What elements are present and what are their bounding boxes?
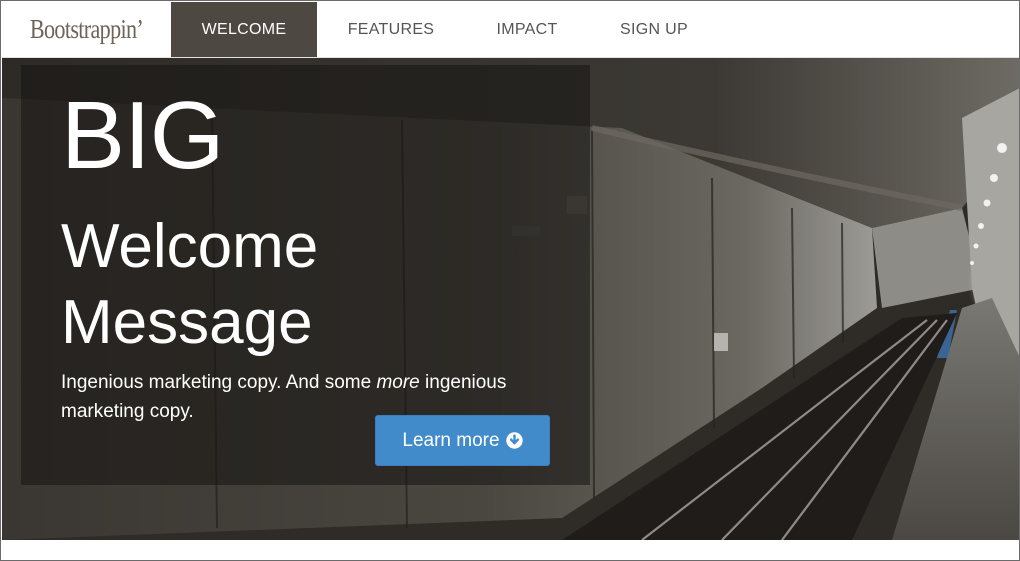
browser-viewport: Bootstrappin’ WELCOME FEATURES IMPACT SI…	[0, 0, 1020, 561]
learn-more-button[interactable]: Learn more	[375, 415, 550, 466]
hero-title-line-2: Message	[61, 288, 313, 357]
hero-copy-part-1: Ingenious marketing copy. And some	[61, 372, 377, 393]
nav-item-welcome[interactable]: WELCOME	[171, 2, 317, 57]
top-navbar: Bootstrappin’ WELCOME FEATURES IMPACT SI…	[2, 2, 1019, 58]
hero-welcome-heading: Welcome Message	[61, 209, 318, 361]
hero-big-heading: BIG	[61, 82, 224, 189]
hero-title-line-1: Welcome	[61, 212, 319, 281]
hero-section: BIG Welcome Message Ingenious marketing …	[2, 58, 1019, 540]
nav-menu: WELCOME FEATURES IMPACT SIGN UP	[171, 2, 719, 57]
arrow-circle-down-icon	[505, 432, 523, 449]
nav-item-sign-up[interactable]: SIGN UP	[589, 2, 719, 57]
page-bottom-strip	[2, 540, 1019, 560]
nav-item-features[interactable]: FEATURES	[317, 2, 465, 57]
nav-item-impact[interactable]: IMPACT	[465, 2, 589, 57]
brand-logo[interactable]: Bootstrappin’	[17, 2, 156, 57]
learn-more-label: Learn more	[402, 429, 500, 451]
hero-copy-emphasis: more	[376, 372, 420, 393]
